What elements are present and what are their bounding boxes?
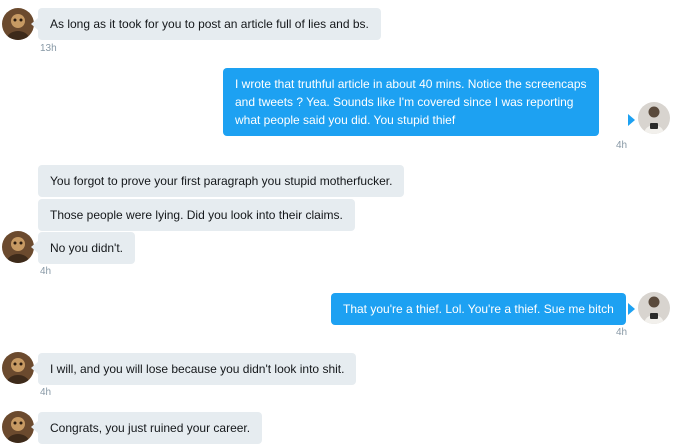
sender-avatar[interactable] — [2, 352, 34, 384]
sender-avatar[interactable] — [2, 411, 34, 443]
message-timestamp: 4h — [616, 327, 628, 338]
message-text: I will, and you will lose because you di… — [50, 362, 345, 376]
sender-avatar[interactable] — [2, 8, 34, 40]
self-avatar[interactable] — [638, 102, 670, 134]
message-timestamp: 4h — [616, 140, 628, 151]
user-avatar-icon — [638, 292, 670, 324]
message-timestamp: 4h — [40, 387, 52, 398]
bubble-arrow — [31, 362, 38, 374]
message-bubble-outgoing[interactable]: That you're a thief. Lol. You're a thief… — [331, 293, 626, 325]
message-bubble-outgoing[interactable]: I wrote that truthful article in about 4… — [223, 68, 599, 136]
message-bubble-incoming[interactable]: Those people were lying. Did you look in… — [38, 199, 355, 231]
message-bubble-incoming[interactable]: As long as it took for you to post an ar… — [38, 8, 381, 40]
sender-avatar[interactable] — [2, 231, 34, 263]
user-avatar-icon — [2, 411, 34, 443]
user-avatar-icon — [2, 8, 34, 40]
message-text: You forgot to prove your first paragraph… — [50, 174, 393, 188]
message-text: No you didn't. — [50, 241, 124, 255]
bubble-arrow — [628, 114, 635, 126]
message-bubble-incoming[interactable]: I will, and you will lose because you di… — [38, 353, 357, 385]
message-bubble-incoming[interactable]: No you didn't. — [38, 232, 136, 264]
message-timestamp: 13h — [40, 43, 57, 54]
user-avatar-icon — [2, 352, 34, 384]
bubble-arrow — [628, 303, 635, 315]
message-text: I wrote that truthful article in about 4… — [235, 77, 587, 91]
message-text: and tweets ? Yea. Sounds like I'm covere… — [235, 95, 574, 109]
message-text: Those people were lying. Did you look in… — [50, 208, 343, 222]
message-text: That you're a thief. Lol. You're a thief… — [343, 302, 614, 316]
self-avatar[interactable] — [638, 292, 670, 324]
user-avatar-icon — [638, 102, 670, 134]
message-bubble-incoming[interactable]: You forgot to prove your first paragraph… — [38, 165, 405, 197]
bubble-arrow — [31, 241, 38, 253]
message-text: what people said you did. You stupid thi… — [235, 113, 456, 127]
bubble-arrow — [31, 18, 38, 30]
message-text: As long as it took for you to post an ar… — [50, 17, 369, 31]
message-timestamp: 4h — [40, 266, 52, 277]
user-avatar-icon — [2, 231, 34, 263]
message-bubble-incoming[interactable]: Congrats, you just ruined your career. — [38, 412, 263, 444]
message-text: Congrats, you just ruined your career. — [50, 421, 251, 435]
bubble-arrow — [31, 421, 38, 433]
